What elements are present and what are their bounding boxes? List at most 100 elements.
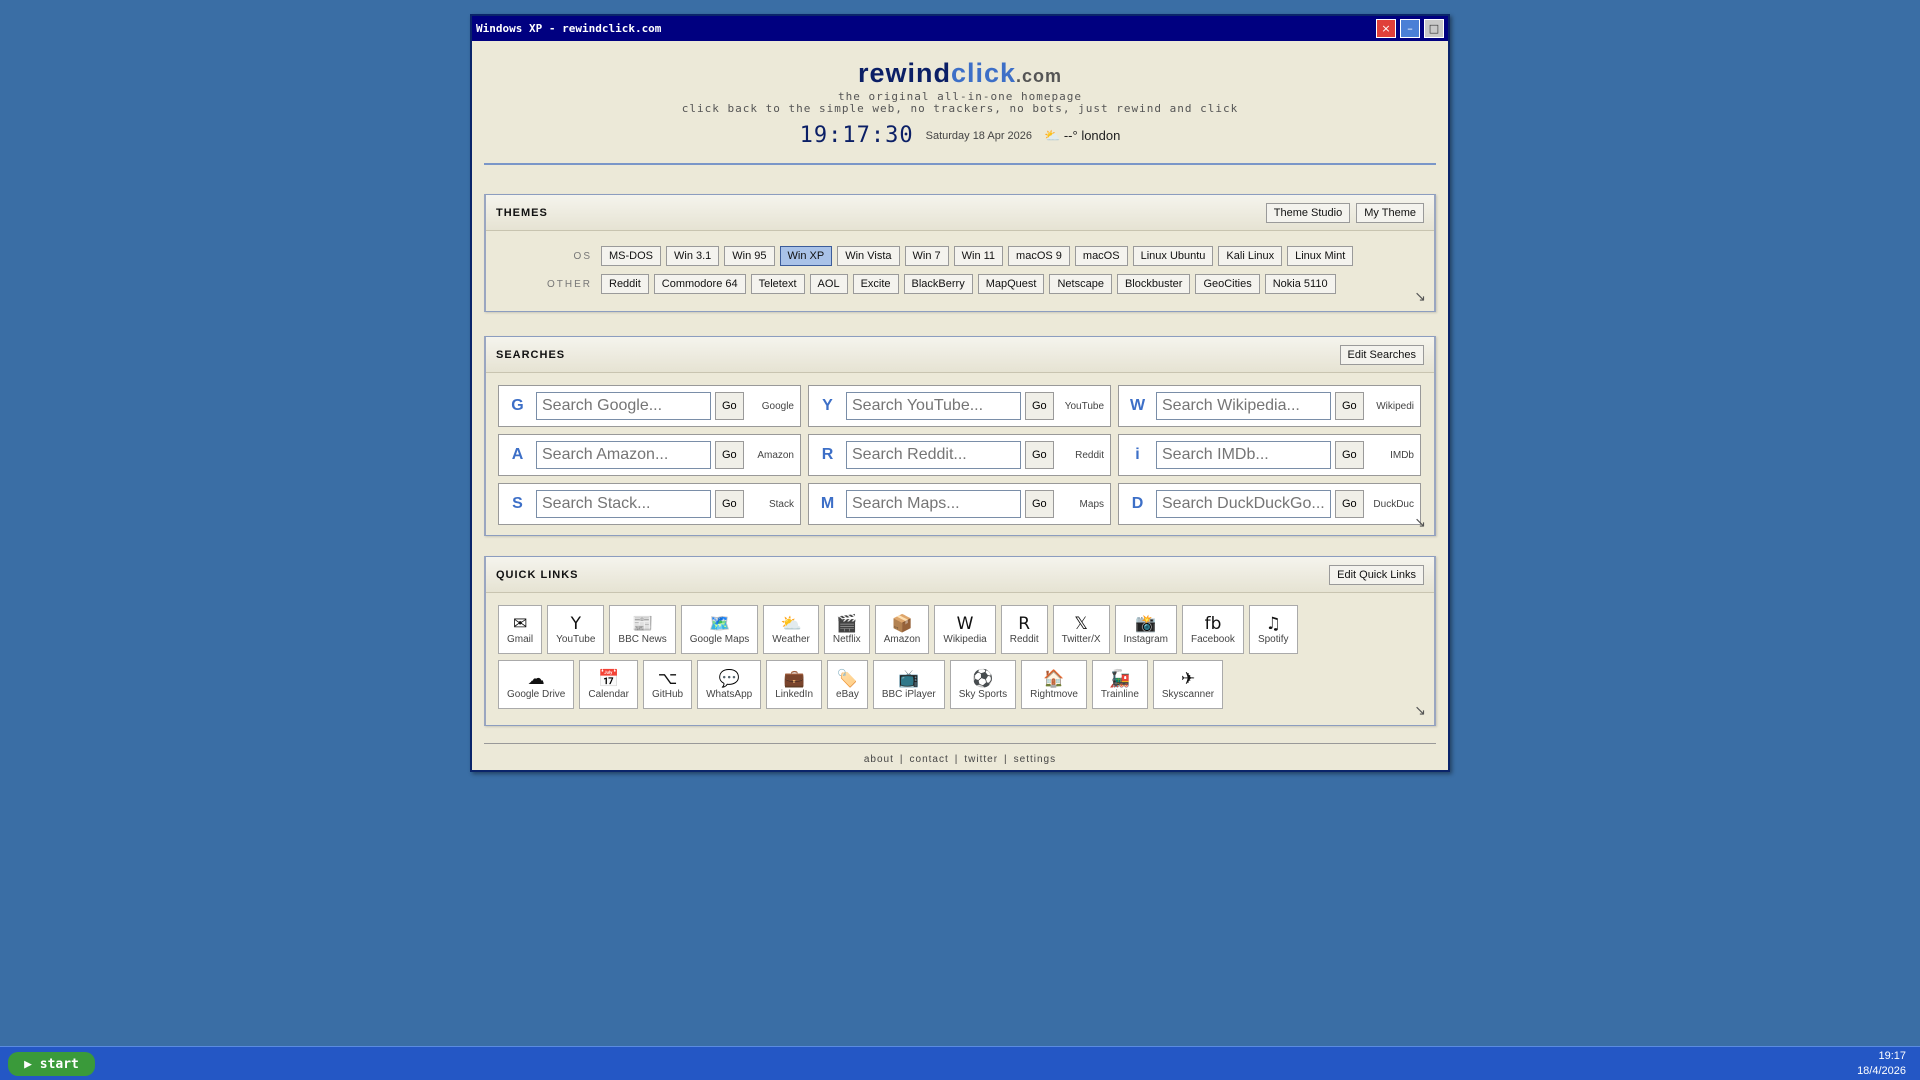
- search-input-google[interactable]: [536, 392, 711, 420]
- theme-button-win-3-1[interactable]: Win 3.1: [666, 246, 720, 266]
- footer-link-settings[interactable]: settings: [1014, 754, 1056, 765]
- search-box-imdb: i Go IMDb: [1118, 434, 1421, 476]
- quicklink-youtube[interactable]: Y YouTube: [547, 605, 605, 654]
- search-go-button[interactable]: Go: [1025, 392, 1054, 420]
- search-input-reddit[interactable]: [846, 441, 1021, 469]
- search-go-button[interactable]: Go: [1335, 441, 1364, 469]
- maximize-button[interactable]: □: [1424, 19, 1444, 38]
- quicklink-spotify[interactable]: ♫ Spotify: [1248, 605, 1298, 654]
- theme-button-geocities[interactable]: GeoCities: [1195, 274, 1260, 294]
- theme-button-nokia-5110[interactable]: Nokia 5110: [1264, 274, 1336, 294]
- quicklink-gmail[interactable]: ✉ Gmail: [498, 605, 543, 654]
- close-button[interactable]: ×: [1376, 19, 1396, 38]
- my-theme-button[interactable]: My Theme: [1356, 202, 1424, 223]
- site-logo[interactable]: rewindclick.com: [484, 58, 1436, 91]
- search-engine-label: Stack: [768, 498, 794, 510]
- quicklink-sky-sports[interactable]: ⚽ Sky Sports: [949, 660, 1017, 709]
- theme-button-mapquest[interactable]: MapQuest: [977, 274, 1045, 294]
- quicklink-calendar[interactable]: 📅 Calendar: [579, 660, 638, 709]
- search-input-imdb[interactable]: [1156, 441, 1331, 469]
- search-engine-label: Wikipedi: [1376, 400, 1414, 412]
- search-go-button[interactable]: Go: [715, 490, 744, 518]
- quicklink-reddit[interactable]: R Reddit: [1000, 605, 1048, 654]
- edit-searches-button[interactable]: Edit Searches: [1339, 344, 1424, 365]
- quicklink-amazon[interactable]: 📦 Amazon: [874, 605, 930, 654]
- themes-header-buttons: Theme Studio My Theme: [1265, 202, 1424, 223]
- theme-button-teletext[interactable]: Teletext: [750, 274, 805, 294]
- quicklink-rightmove[interactable]: 🏠 Rightmove: [1021, 660, 1087, 709]
- resize-handle-icon[interactable]: ↘: [1414, 288, 1426, 305]
- theme-button-ms-dos[interactable]: MS-DOS: [601, 246, 661, 266]
- quicklink-trainline[interactable]: 🚂 Trainline: [1091, 660, 1148, 709]
- quicklink-github[interactable]: ⌥ GitHub: [642, 660, 693, 709]
- quicklink-bbc-iplayer[interactable]: 📺 BBC iPlayer: [872, 660, 945, 709]
- search-go-button[interactable]: Go: [715, 392, 744, 420]
- search-input-duckduc[interactable]: [1156, 490, 1331, 518]
- theme-button-kali-linux[interactable]: Kali Linux: [1218, 246, 1283, 266]
- theme-button-netscape[interactable]: Netscape: [1049, 274, 1112, 294]
- theme-button-linux-mint[interactable]: Linux Mint: [1287, 246, 1354, 266]
- search-go-button[interactable]: Go: [1335, 490, 1364, 518]
- page-content: rewindclick.com the original all-in-one …: [472, 41, 1448, 765]
- quicklink-instagram[interactable]: 📸 Instagram: [1114, 605, 1178, 654]
- quicklink-skyscanner[interactable]: ✈ Skyscanner: [1152, 660, 1224, 709]
- quicklink-facebook[interactable]: fb Facebook: [1182, 605, 1244, 654]
- search-go-button[interactable]: Go: [1335, 392, 1364, 420]
- search-grid: G Go Google Y Go YouTube W Go Wikipedi A Go Amazon R…: [486, 373, 1434, 535]
- theme-button-blockbuster[interactable]: Blockbuster: [1116, 274, 1191, 294]
- theme-button-reddit[interactable]: Reddit: [601, 274, 649, 294]
- edit-quicklinks-button[interactable]: Edit Quick Links: [1329, 564, 1424, 585]
- resize-handle-icon[interactable]: ↘: [1414, 514, 1426, 531]
- theme-button-macos[interactable]: macOS: [1074, 246, 1128, 266]
- footer-link-about[interactable]: about: [864, 754, 894, 765]
- quicklink-whatsapp[interactable]: 💬 WhatsApp: [697, 660, 762, 709]
- search-input-wikipedi[interactable]: [1156, 392, 1331, 420]
- theme-button-linux-ubuntu[interactable]: Linux Ubuntu: [1132, 246, 1214, 266]
- quicklink-weather[interactable]: ⛅ Weather: [763, 605, 819, 654]
- theme-button-aol[interactable]: AOL: [809, 274, 848, 294]
- search-go-button[interactable]: Go: [1025, 441, 1054, 469]
- quicklink-ebay[interactable]: 🏷️ eBay: [827, 660, 868, 709]
- search-input-stack[interactable]: [536, 490, 711, 518]
- quicklink-google-drive[interactable]: ☁ Google Drive: [498, 660, 575, 709]
- start-button[interactable]: ▶ start: [8, 1052, 95, 1076]
- searches-panel: SEARCHES Edit Searches G Go Google Y Go YouTu…: [484, 336, 1436, 536]
- footer-link-twitter[interactable]: twitter: [964, 754, 998, 765]
- weather-widget[interactable]: ⛅ --° london: [1044, 128, 1120, 144]
- search-engine-letter: D: [1131, 495, 1144, 512]
- quicklink-linkedin[interactable]: 💼 LinkedIn: [766, 660, 823, 709]
- quicklink-label: Sky Sports: [958, 689, 1008, 700]
- theme-button-win-11[interactable]: Win 11: [953, 246, 1004, 266]
- footer-link-contact[interactable]: contact: [910, 754, 949, 765]
- theme-button-blackberry[interactable]: BlackBerry: [903, 274, 973, 294]
- resize-handle-icon[interactable]: ↘: [1414, 702, 1426, 719]
- search-go-button[interactable]: Go: [1025, 490, 1054, 518]
- search-input-amazon[interactable]: [536, 441, 711, 469]
- theme-button-win-xp[interactable]: Win XP: [779, 246, 833, 266]
- theme-studio-button[interactable]: Theme Studio: [1265, 202, 1351, 223]
- quicklink-wikipedia[interactable]: W Wikipedia: [934, 605, 996, 654]
- quicklinks-row-2: ☁ Google Drive 📅 Calendar ⌥ GitHub 💬 WhatsApp 💼 L…: [498, 660, 1422, 709]
- tray-time: 19:17: [1878, 1050, 1906, 1062]
- theme-button-commodore-64[interactable]: Commodore 64: [653, 274, 746, 294]
- search-engine-label: IMDb: [1390, 449, 1414, 461]
- quicklink-bbc-news[interactable]: 📰 BBC News: [609, 605, 676, 654]
- search-input-youtube[interactable]: [846, 392, 1021, 420]
- theme-button-win-vista[interactable]: Win Vista: [837, 246, 900, 266]
- theme-button-win-7[interactable]: Win 7: [904, 246, 949, 266]
- search-input-maps[interactable]: [846, 490, 1021, 518]
- theme-button-win-95[interactable]: Win 95: [724, 246, 775, 266]
- quicklink-twitter-x[interactable]: 𝕏 Twitter/X: [1052, 605, 1110, 654]
- browser-window: Windows XP - rewindclick.com × – □ rewin…: [470, 14, 1450, 772]
- quicklink-label: Facebook: [1191, 634, 1235, 645]
- quicklink-netflix[interactable]: 🎬 Netflix: [823, 605, 870, 654]
- theme-button-excite[interactable]: Excite: [852, 274, 899, 294]
- system-tray-clock[interactable]: 19:17 18/4/2026: [1857, 1049, 1906, 1079]
- search-engine-letter: i: [1135, 446, 1140, 463]
- theme-button-macos-9[interactable]: macOS 9: [1008, 246, 1070, 266]
- title-bar[interactable]: Windows XP - rewindclick.com × – □: [472, 16, 1448, 41]
- os-label: OS: [573, 250, 592, 262]
- minimize-button[interactable]: –: [1400, 19, 1420, 38]
- quicklink-google-maps[interactable]: 🗺️ Google Maps: [680, 605, 759, 654]
- search-go-button[interactable]: Go: [715, 441, 744, 469]
